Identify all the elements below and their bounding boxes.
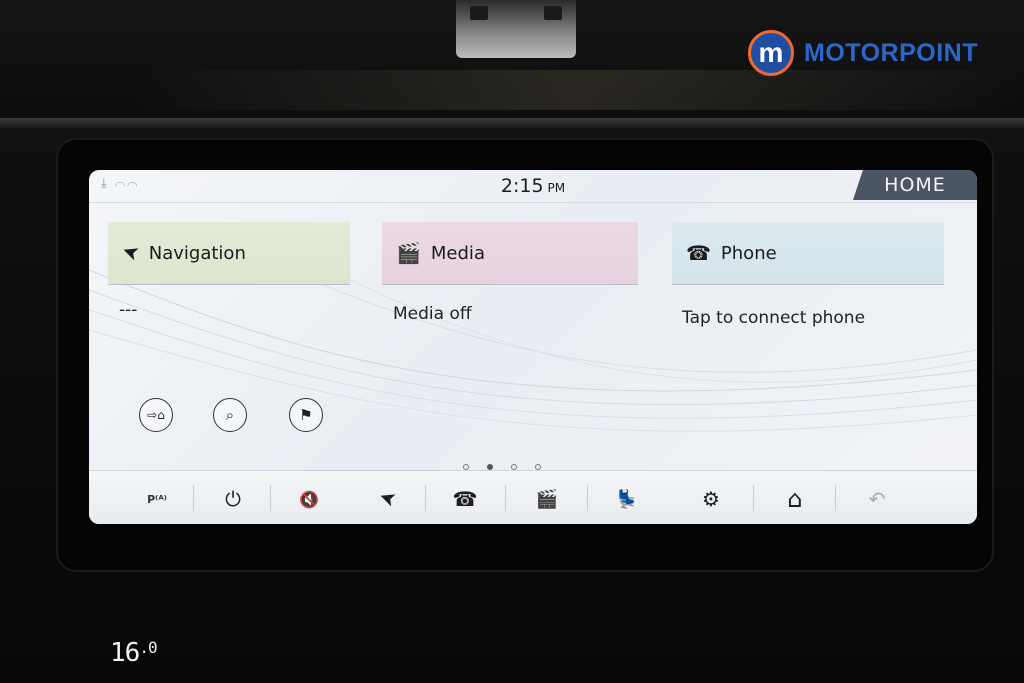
home-icon: ⌂ bbox=[787, 485, 803, 513]
media-status: Media off bbox=[393, 304, 472, 324]
dock-divider bbox=[193, 485, 194, 511]
bottom-dock: P⁽ᴬ⁾ ⏻ 🔇 ➤ ☎ 🎬 💺 ⚙ ⌂ ↶ bbox=[89, 470, 977, 524]
dock-phone-button[interactable]: ☎ bbox=[435, 479, 495, 519]
brand-logo: m bbox=[748, 30, 794, 76]
dock-home-button[interactable]: ⌂ bbox=[765, 479, 825, 519]
infotainment-screen: ⤓ ⌒⌒ 2:15 PM HOME ➤ Navigation --- 🎬 Medi… bbox=[89, 170, 977, 524]
status-bar: ⤓ ⌒⌒ 2:15 PM HOME bbox=[89, 170, 977, 203]
dock-divider bbox=[587, 485, 588, 511]
power-icon: ⏻ bbox=[225, 487, 241, 511]
navigation-arrow-icon: ➤ bbox=[118, 238, 143, 268]
gear-icon: ⚙ bbox=[702, 487, 720, 511]
navigation-card[interactable]: ➤ Navigation bbox=[108, 222, 350, 285]
phone-card-title: Phone bbox=[720, 242, 777, 264]
dock-divider bbox=[835, 485, 836, 511]
dock-divider bbox=[425, 485, 426, 511]
media-card-title: Media bbox=[430, 242, 485, 264]
dock-seat-button[interactable]: 💺 bbox=[597, 479, 657, 519]
nav-search-button[interactable]: ⌕ bbox=[213, 398, 247, 432]
nav-destination-button[interactable]: ⚑ bbox=[289, 398, 323, 432]
dock-divider bbox=[505, 485, 506, 511]
phone-card[interactable]: ☎ Phone bbox=[672, 222, 944, 285]
temperature-value: 16 bbox=[110, 638, 140, 668]
phone-icon: ☎ bbox=[686, 241, 711, 265]
dashboard-trim bbox=[0, 118, 1024, 128]
clock-time: 2:15 bbox=[500, 175, 544, 197]
clapperboard-icon: 🎬 bbox=[535, 488, 559, 510]
vent-slot bbox=[470, 6, 488, 20]
power-button[interactable]: ⏻ bbox=[203, 479, 263, 519]
brand-watermark: m MOTORPOINT bbox=[748, 28, 978, 78]
climate-temperature-display: 16.0 bbox=[110, 638, 158, 668]
clock-ampm: PM bbox=[547, 181, 566, 195]
seat-icon: 💺 bbox=[615, 488, 639, 510]
brand-name: MOTORPOINT bbox=[804, 38, 978, 67]
home-destination-icon: ⇨⌂ bbox=[147, 408, 165, 422]
back-icon: ↶ bbox=[868, 487, 886, 511]
parking-aid-button[interactable]: P⁽ᴬ⁾ bbox=[127, 479, 187, 519]
clapperboard-icon: 🎬 bbox=[396, 241, 421, 265]
home-tab[interactable]: HOME bbox=[853, 170, 977, 200]
phone-icon: ☎ bbox=[452, 487, 478, 511]
mute-button[interactable]: 🔇 bbox=[279, 479, 339, 519]
navigation-card-title: Navigation bbox=[148, 242, 246, 264]
dock-settings-button[interactable]: ⚙ bbox=[681, 479, 741, 519]
dock-navigation-button[interactable]: ➤ bbox=[357, 479, 417, 519]
vent-slot bbox=[544, 6, 562, 20]
phone-status[interactable]: Tap to connect phone bbox=[682, 308, 865, 328]
dock-media-button[interactable]: 🎬 bbox=[517, 479, 577, 519]
search-icon: ⌕ bbox=[225, 406, 235, 424]
parking-aid-icon: P⁽ᴬ⁾ bbox=[147, 492, 167, 506]
media-card[interactable]: 🎬 Media bbox=[382, 222, 638, 285]
temperature-decimal: .0 bbox=[139, 638, 157, 657]
dock-divider bbox=[270, 485, 271, 511]
navigation-arrow-icon: ➤ bbox=[375, 484, 399, 514]
navigation-status: --- bbox=[119, 300, 138, 320]
destination-flag-icon: ⚑ bbox=[299, 406, 313, 424]
dock-back-button[interactable]: ↶ bbox=[847, 479, 907, 519]
nav-home-destination-button[interactable]: ⇨⌂ bbox=[139, 398, 173, 432]
air-vent bbox=[456, 0, 576, 58]
dock-divider bbox=[753, 485, 754, 511]
car-dashboard-scene: m MOTORPOINT ⤓ ⌒⌒ 2:15 PM HOME ➤ Navigati… bbox=[0, 0, 1024, 683]
clock: 2:15 PM bbox=[89, 175, 977, 197]
mute-icon: 🔇 bbox=[299, 489, 319, 509]
